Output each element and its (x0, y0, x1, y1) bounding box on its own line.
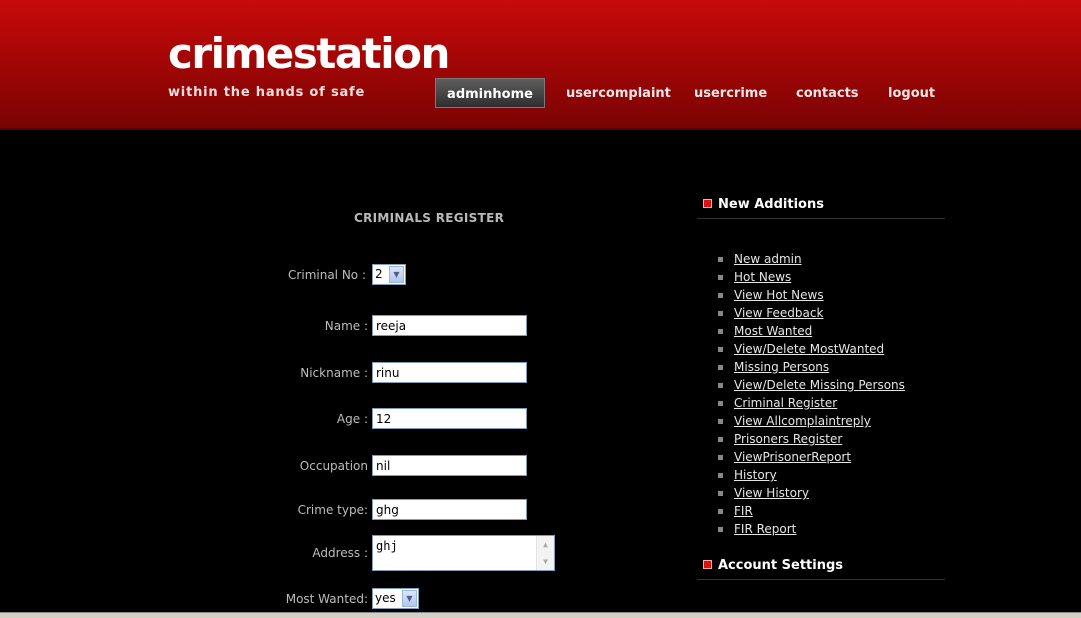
list-item: View Hot News (718, 286, 905, 304)
link-view-delete-mostwanted[interactable]: View/Delete MostWanted (734, 342, 884, 356)
new-additions-title: New Additions (718, 197, 824, 212)
list-item: View Allcomplaintreply (718, 412, 905, 430)
list-item: Criminal Register (718, 394, 905, 412)
name-field[interactable] (372, 315, 527, 336)
list-item: ViewPrisonerReport (718, 448, 905, 466)
red-bullet-icon (703, 560, 712, 569)
link-hot-news[interactable]: Hot News (734, 270, 791, 284)
list-item: History (718, 466, 905, 484)
link-history[interactable]: History (734, 468, 777, 482)
list-item: Missing Persons (718, 358, 905, 376)
list-item: New admin (718, 250, 905, 268)
textarea-scrollbar[interactable]: ▲ ▼ (536, 536, 554, 570)
link-view-history[interactable]: View History (734, 486, 809, 500)
account-settings-heading: Account Settings (697, 558, 945, 580)
link-fir-report[interactable]: FIR Report (734, 522, 796, 536)
link-view-delete-missing-persons[interactable]: View/Delete Missing Persons (734, 378, 905, 392)
window-bottom-edge (0, 612, 1081, 618)
age-label: Age : (336, 412, 368, 426)
link-most-wanted[interactable]: Most Wanted (734, 324, 812, 338)
link-view-allcomplaintreply[interactable]: View Allcomplaintreply (734, 414, 871, 428)
list-item: FIR Report (718, 520, 905, 538)
link-viewprisonerreport[interactable]: ViewPrisonerReport (734, 450, 851, 464)
site-logo: crimestation (168, 29, 450, 78)
list-item: FIR (718, 502, 905, 520)
scroll-up-icon[interactable]: ▲ (537, 536, 554, 553)
new-additions-heading: New Additions (697, 197, 945, 219)
nickname-label: Nickname : (300, 366, 368, 380)
list-item: Hot News (718, 268, 905, 286)
site-tagline: within the hands of safe (168, 85, 366, 100)
list-item: View History (718, 484, 905, 502)
list-item: Prisoners Register (718, 430, 905, 448)
criminal-no-select[interactable]: 2 ▼ (372, 264, 406, 285)
link-fir[interactable]: FIR (734, 504, 753, 518)
most-wanted-value: yes (375, 591, 396, 605)
crime-type-label: Crime type: (297, 503, 368, 517)
criminal-no-value: 2 (375, 267, 383, 281)
nav-adminhome[interactable]: adminhome (435, 78, 545, 108)
list-item: Most Wanted (718, 322, 905, 340)
link-prisoners-register[interactable]: Prisoners Register (734, 432, 842, 446)
list-item: View/Delete Missing Persons (718, 376, 905, 394)
link-view-hot-news[interactable]: View Hot News (734, 288, 824, 302)
nav-usercrime[interactable]: usercrime (694, 85, 767, 103)
admin-links-list: New admin Hot News View Hot News View Fe… (718, 250, 905, 538)
most-wanted-select[interactable]: yes ▼ (372, 588, 419, 609)
account-settings-title: Account Settings (718, 558, 844, 573)
form-title: CRIMINALS REGISTER (354, 211, 505, 225)
nav-logout[interactable]: logout (888, 85, 935, 103)
nickname-field[interactable] (372, 362, 527, 383)
occupation-field[interactable] (372, 455, 527, 476)
list-item: View/Delete MostWanted (718, 340, 905, 358)
address-textarea[interactable]: ghj ▲ ▼ (372, 535, 555, 571)
address-value: ghj (376, 539, 398, 553)
site-header: crimestation within the hands of safe ad… (0, 0, 1081, 130)
nav-usercomplaint[interactable]: usercomplaint (566, 85, 671, 103)
address-label: Address : (312, 546, 368, 560)
link-view-feedback[interactable]: View Feedback (734, 306, 823, 320)
list-item: View Feedback (718, 304, 905, 322)
nav-contacts[interactable]: contacts (796, 85, 859, 103)
most-wanted-label: Most Wanted: (285, 592, 368, 606)
link-criminal-register[interactable]: Criminal Register (734, 396, 837, 410)
red-bullet-icon (703, 199, 712, 208)
link-new-admin[interactable]: New admin (734, 252, 802, 266)
chevron-down-icon: ▼ (402, 590, 417, 607)
link-missing-persons[interactable]: Missing Persons (734, 360, 829, 374)
occupation-label: Occupation (299, 459, 368, 473)
age-field[interactable] (372, 408, 527, 429)
chevron-down-icon: ▼ (389, 266, 404, 283)
name-label: Name : (324, 319, 368, 333)
scroll-down-icon[interactable]: ▼ (537, 553, 554, 570)
crime-type-field[interactable] (372, 499, 527, 520)
criminal-no-label: Criminal No : (288, 268, 366, 282)
